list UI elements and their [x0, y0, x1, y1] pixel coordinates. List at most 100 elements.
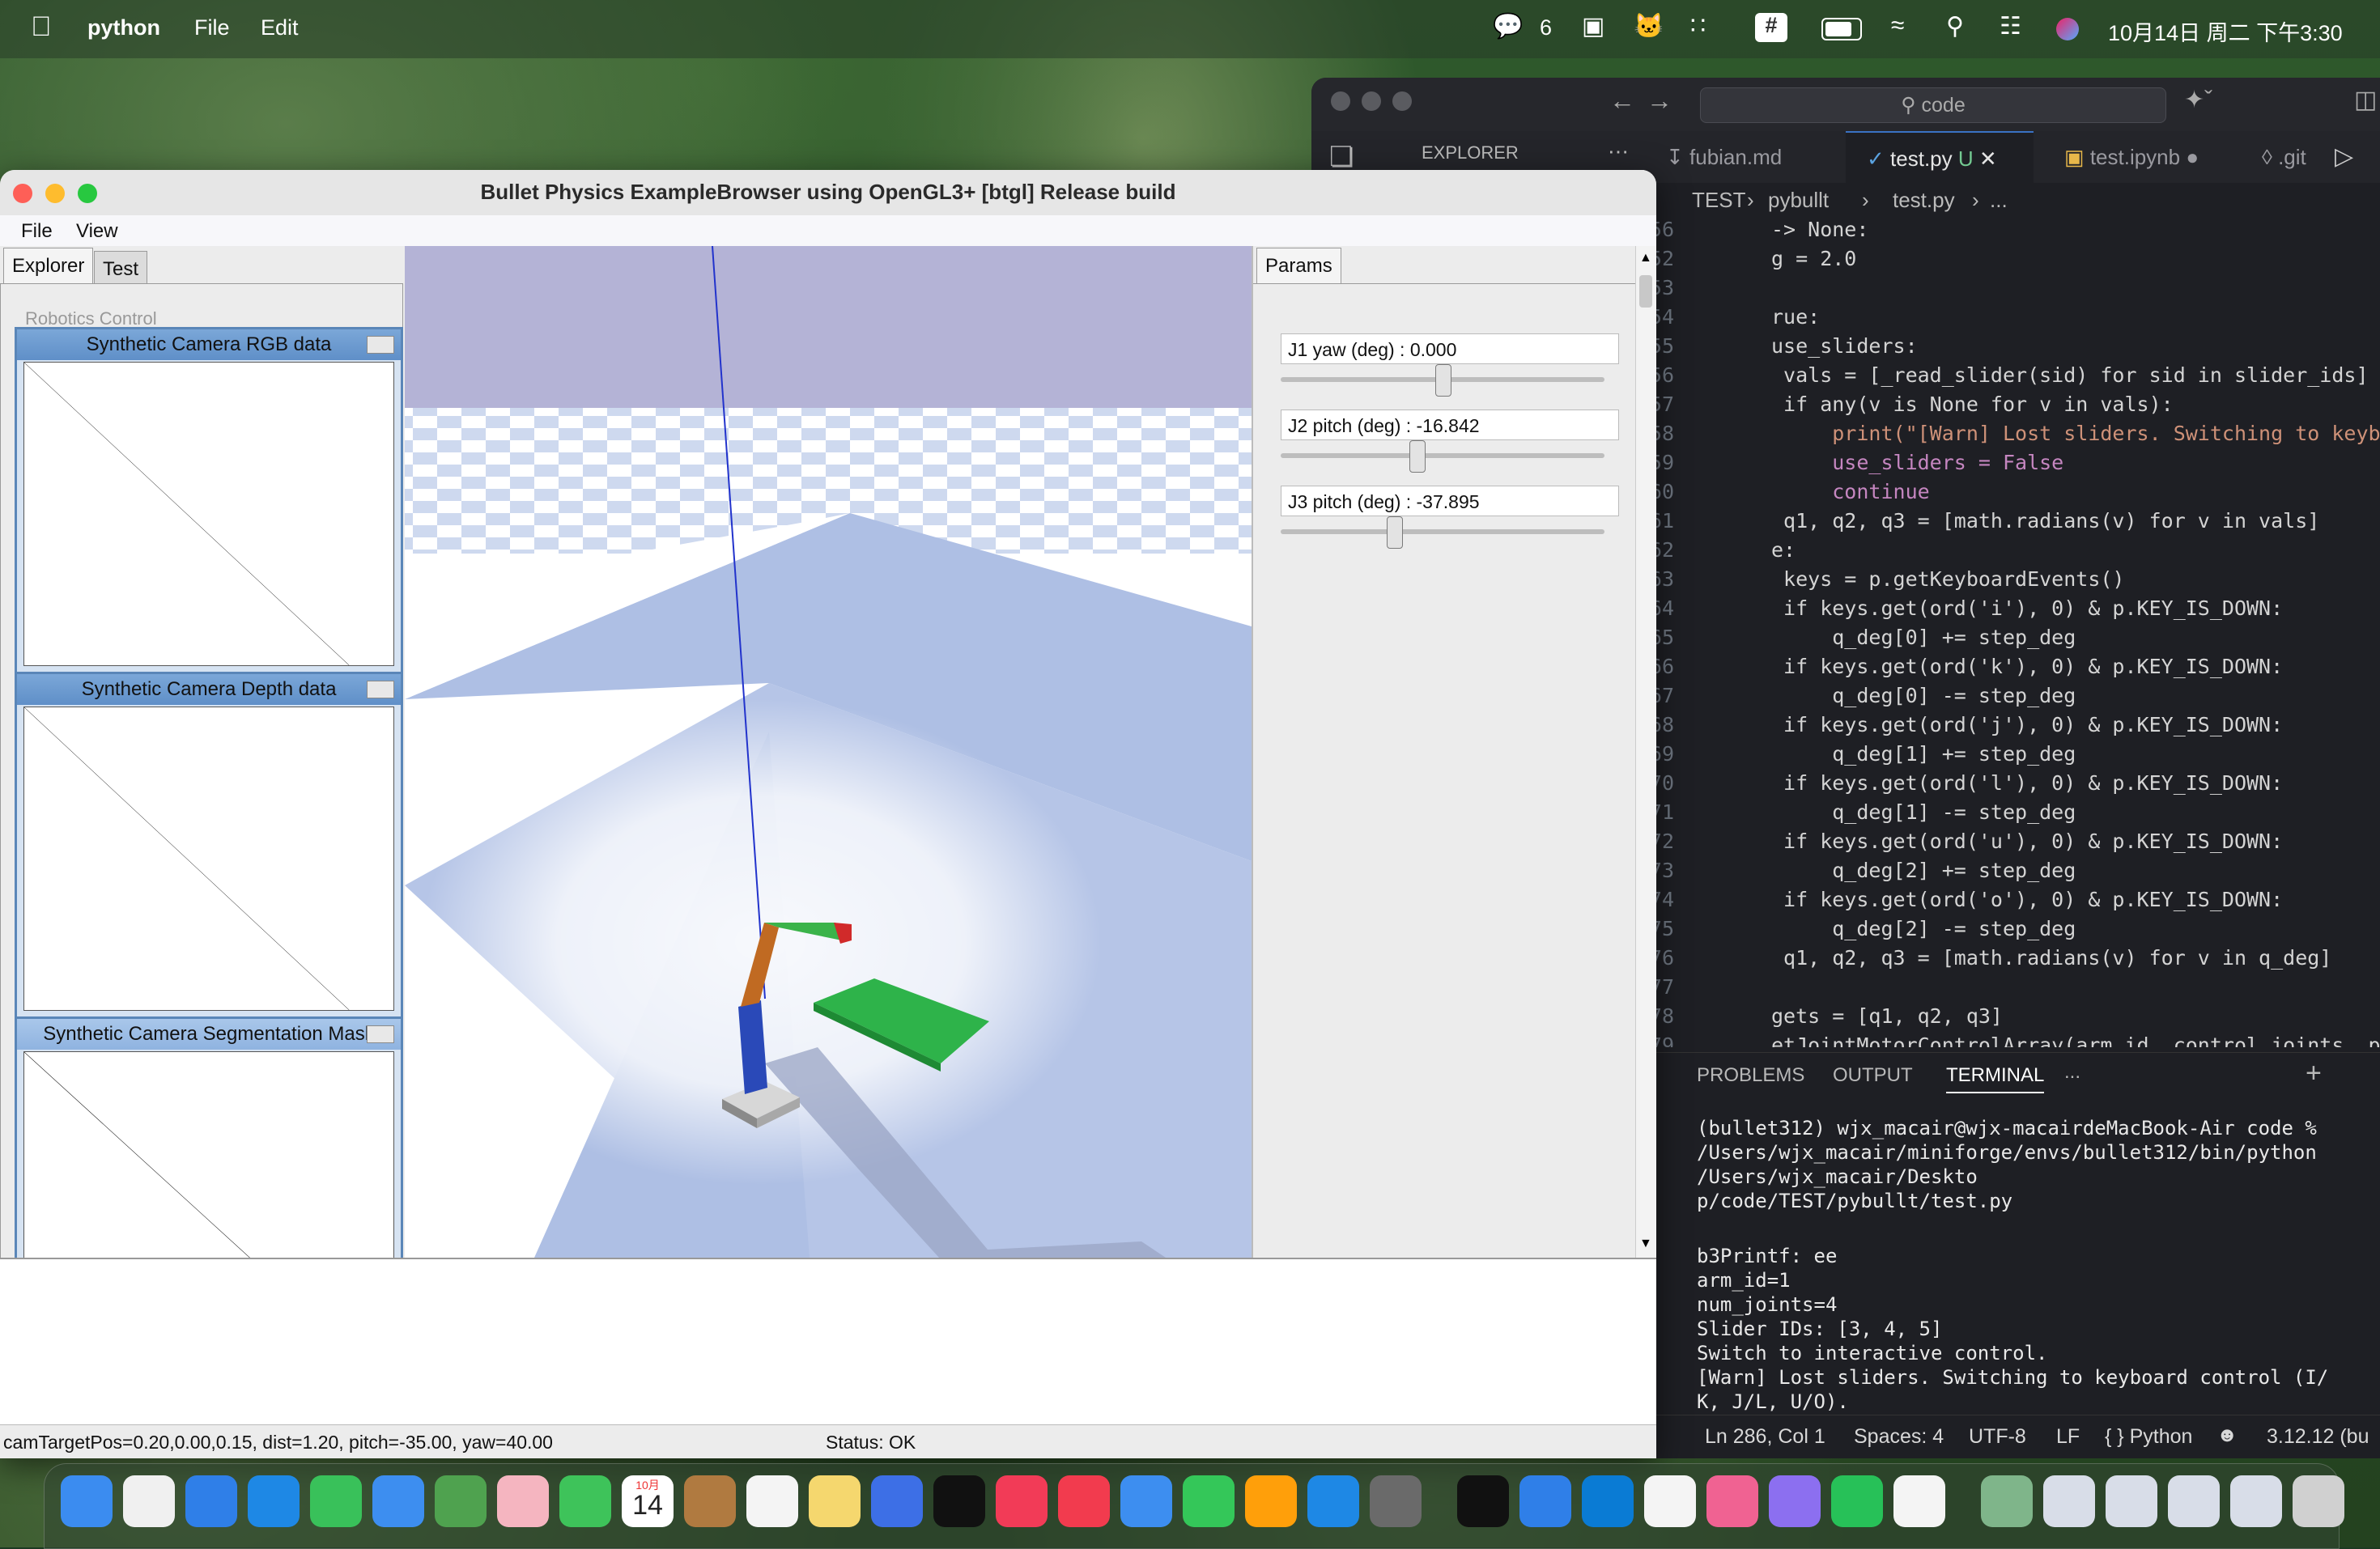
bilibili-icon[interactable]: [1706, 1475, 1758, 1527]
layout-icon[interactable]: ◫: [2354, 86, 2377, 114]
folder-icon[interactable]: [1980, 1475, 2033, 1527]
explorer-more-icon[interactable]: ⋯: [1608, 139, 1629, 164]
breadcrumb-item[interactable]: pybullt: [1768, 188, 1829, 213]
app-name-menu[interactable]: python: [87, 15, 160, 40]
tab-problems[interactable]: PROBLEMS: [1697, 1064, 1804, 1087]
maps-icon[interactable]: [435, 1475, 487, 1527]
calendar-icon[interactable]: 10月 14: [622, 1475, 674, 1527]
slider-track[interactable]: [1281, 529, 1604, 534]
terminal-icon[interactable]: [1456, 1475, 1509, 1527]
window-thumb-icon[interactable]: [2167, 1475, 2220, 1527]
appletv-icon[interactable]: [933, 1475, 985, 1527]
vscode-zoom-button[interactable]: [1392, 91, 1412, 111]
slider-thumb[interactable]: [1387, 516, 1403, 549]
notes-icon[interactable]: [809, 1475, 861, 1527]
slider-value-field[interactable]: J2 pitch (deg) : -16.842: [1281, 410, 1619, 440]
cursor-position[interactable]: Ln 286, Col 1: [1705, 1425, 1825, 1449]
explorer-activity-icon[interactable]: ❏: [1329, 141, 1354, 173]
tab-test[interactable]: Test: [94, 251, 148, 287]
python-version[interactable]: 3.12.12 (bu: [2267, 1425, 2369, 1449]
appstore-icon[interactable]: [1307, 1475, 1359, 1527]
vscode-minimize-button[interactable]: [1362, 91, 1381, 111]
tab-fubian-md[interactable]: ↧ fubian.md: [1666, 131, 1782, 183]
indent-setting[interactable]: Spaces: 4: [1854, 1425, 1944, 1449]
tab-output[interactable]: OUTPUT: [1833, 1064, 1913, 1087]
wifi-icon[interactable]: ≈: [1891, 12, 1904, 40]
camera-rgb-window[interactable]: Synthetic Camera RGB data: [15, 327, 403, 675]
wechat-status-icon[interactable]: 💬: [1493, 12, 1523, 40]
news-icon[interactable]: [1058, 1475, 1110, 1527]
tab-test-py[interactable]: ✓ test.py U ✕: [1846, 131, 2034, 183]
grid-status-icon[interactable]: ∷: [1690, 12, 1706, 40]
messages-icon[interactable]: [310, 1475, 362, 1527]
run-file-icon[interactable]: ▷: [2335, 131, 2353, 183]
trash-icon[interactable]: [2292, 1475, 2344, 1527]
minimize-icon[interactable]: [367, 336, 394, 354]
camera-depth-window[interactable]: Synthetic Camera Depth data: [15, 672, 403, 1020]
breadcrumb-item[interactable]: ...: [1990, 188, 2008, 213]
encoding-setting[interactable]: UTF-8: [1969, 1425, 2026, 1449]
facetime-icon[interactable]: [559, 1475, 611, 1527]
scroll-thumb[interactable]: [1639, 275, 1652, 308]
tab-git[interactable]: ◊ .git: [2262, 131, 2306, 183]
freeform-icon[interactable]: [871, 1475, 923, 1527]
battery-icon[interactable]: [1821, 18, 1862, 40]
input-method-icon[interactable]: #: [1755, 13, 1787, 42]
minimize-icon[interactable]: [367, 1025, 394, 1043]
document-icon[interactable]: [1893, 1475, 1945, 1527]
pages-icon[interactable]: [1245, 1475, 1297, 1527]
menu-edit[interactable]: Edit: [261, 15, 299, 40]
mail-icon[interactable]: [372, 1475, 424, 1527]
safari-icon[interactable]: [185, 1475, 237, 1527]
panel-more-icon[interactable]: ...: [2064, 1061, 2080, 1084]
wechat-icon[interactable]: [1830, 1475, 1883, 1527]
vscode-icon[interactable]: [1581, 1475, 1634, 1527]
menu-view[interactable]: View: [76, 220, 118, 243]
window-thumb-icon[interactable]: [2042, 1475, 2095, 1527]
menu-file[interactable]: File: [21, 220, 53, 243]
back-arrow-icon[interactable]: ←: [1609, 86, 1635, 116]
menu-file[interactable]: File: [194, 15, 230, 40]
vscode-close-button[interactable]: [1331, 91, 1350, 111]
copilot-icon[interactable]: ✦ˇ: [2184, 86, 2212, 114]
reminders-icon[interactable]: [746, 1475, 798, 1527]
feishu-icon[interactable]: [1519, 1475, 1571, 1527]
tab-explorer[interactable]: Explorer: [3, 248, 94, 284]
new-terminal-icon[interactable]: +: [2306, 1058, 2322, 1089]
window-thumb-icon[interactable]: [2229, 1475, 2282, 1527]
spotlight-search-icon[interactable]: ⚲: [1946, 12, 1964, 40]
typora-icon[interactable]: [1643, 1475, 1696, 1527]
breadcrumb-item[interactable]: TEST: [1692, 188, 1745, 213]
cat-status-icon[interactable]: 🐱: [1634, 12, 1664, 40]
slider-thumb[interactable]: [1435, 364, 1451, 397]
scroll-down-icon[interactable]: ▼: [1639, 1237, 1652, 1251]
tab-test-ipynb[interactable]: ▣ test.ipynb ●: [2064, 131, 2199, 183]
minimize-icon[interactable]: [367, 681, 394, 698]
command-center-search[interactable]: ⚲ code: [1700, 87, 2166, 123]
keynote-icon[interactable]: [1120, 1475, 1172, 1527]
slider-track[interactable]: [1281, 453, 1604, 458]
language-mode[interactable]: { } Python: [2105, 1425, 2192, 1449]
control-center-icon[interactable]: ☷: [2000, 12, 2021, 40]
edge-icon[interactable]: [248, 1475, 300, 1527]
close-tab-icon[interactable]: ✕: [1979, 146, 1997, 171]
cat-icon[interactable]: [1768, 1475, 1821, 1527]
tab-terminal[interactable]: TERMINAL: [1946, 1064, 2045, 1093]
window-thumb-icon[interactable]: [2105, 1475, 2157, 1527]
slider-value-field[interactable]: J1 yaw (deg) : 0.000: [1281, 333, 1619, 364]
tab-params[interactable]: Params: [1256, 248, 1341, 284]
music-icon[interactable]: [996, 1475, 1048, 1527]
copilot-status-icon[interactable]: ☻: [2216, 1424, 2238, 1447]
slider-value-field[interactable]: J3 pitch (deg) : -37.895: [1281, 486, 1619, 516]
eol-setting[interactable]: LF: [2056, 1425, 2080, 1449]
apple-menu-icon[interactable]: : [31, 11, 52, 43]
numbers-icon[interactable]: [1183, 1475, 1235, 1527]
launchpad-icon[interactable]: [123, 1475, 175, 1527]
finder-icon[interactable]: [61, 1475, 113, 1527]
photos-icon[interactable]: [497, 1475, 549, 1527]
vertical-scrollbar[interactable]: ▲ ▼: [1635, 246, 1656, 1258]
forward-arrow-icon[interactable]: →: [1647, 86, 1672, 116]
slider-thumb[interactable]: [1409, 440, 1426, 473]
menubar-clock[interactable]: 10月14日 周二 下午3:30: [2108, 15, 2343, 47]
breadcrumb-item[interactable]: test.py: [1893, 188, 1955, 213]
